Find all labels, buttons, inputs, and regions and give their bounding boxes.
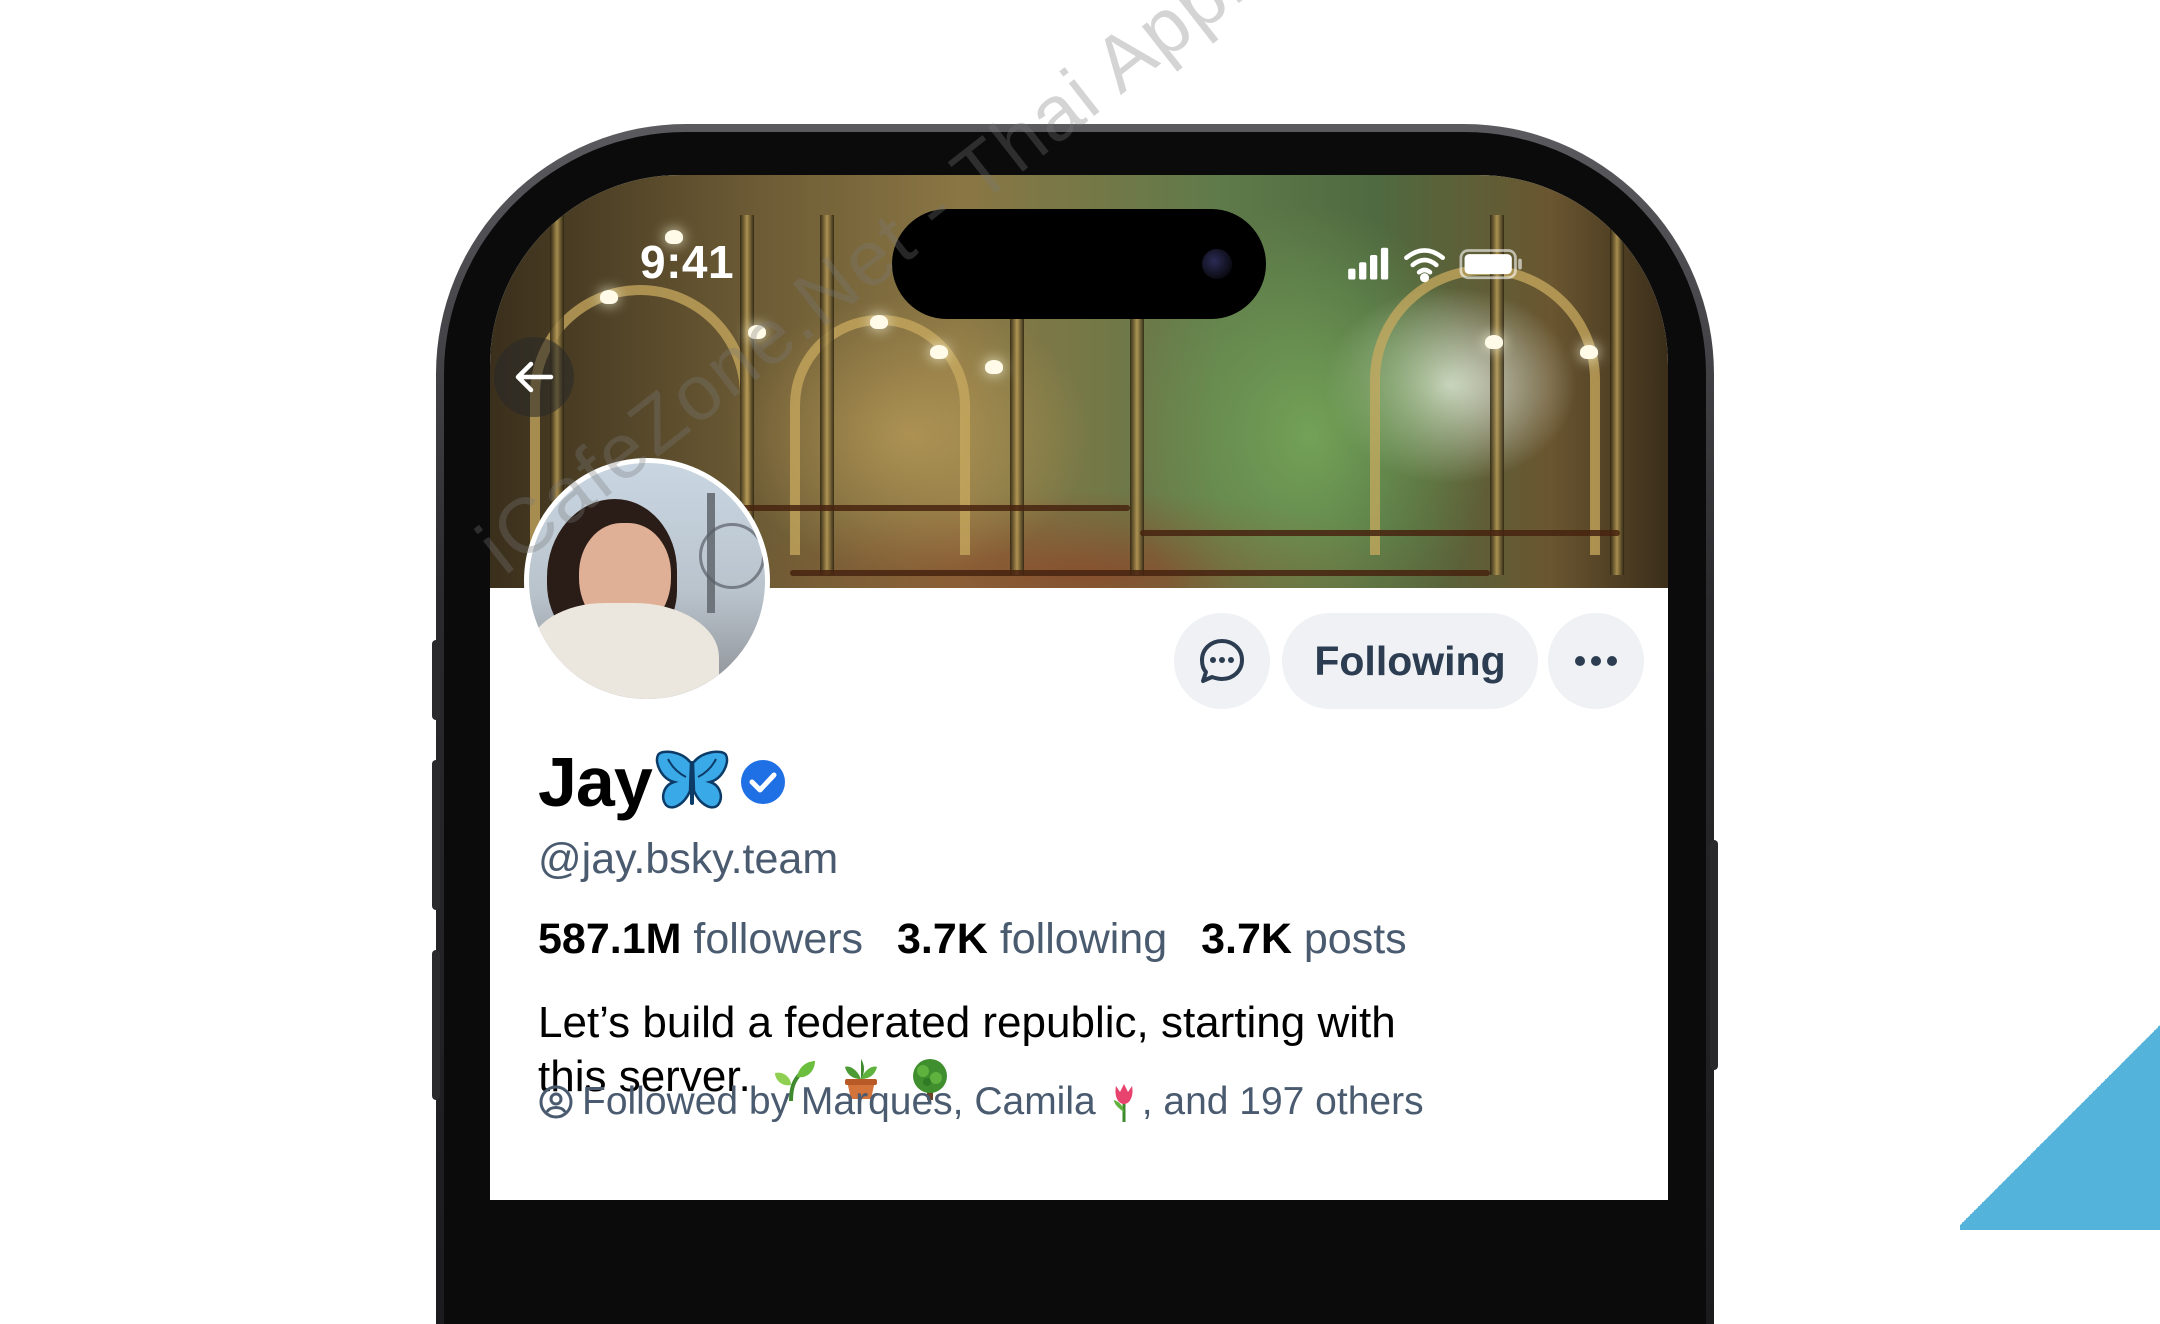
- posts-stat[interactable]: 3.7K posts: [1201, 915, 1407, 963]
- bio-line: Let’s build a federated republic, starti…: [538, 998, 1396, 1047]
- ellipsis-icon: [1575, 656, 1617, 666]
- phone-volume-down-button: [432, 950, 440, 1100]
- banner-lamp: [870, 315, 888, 329]
- banner-lamp: [1580, 345, 1598, 359]
- phone-action-button: [432, 640, 440, 720]
- banner-pillar: [1610, 215, 1624, 575]
- phone-volume-up-button: [432, 760, 440, 910]
- followed-by-text: Followed by Marques, Camila: [582, 1080, 1096, 1123]
- banner-railing: [1140, 530, 1620, 536]
- banner-arch: [1370, 265, 1600, 555]
- chat-bubble-icon: [1200, 639, 1244, 683]
- person-circle-icon: [539, 1085, 573, 1119]
- more-options-button[interactable]: [1548, 613, 1644, 709]
- arrow-left-icon: [515, 361, 554, 393]
- followed-by-row[interactable]: Followed by Marques, Camila , and 197 ot…: [538, 1080, 1424, 1124]
- display-name-row: Jay: [538, 742, 788, 822]
- followed-by-suffix: , and 197 others: [1141, 1080, 1424, 1123]
- following-button[interactable]: Following: [1282, 613, 1538, 709]
- profile-handle: @jay.bsky.team: [538, 835, 839, 883]
- profile-stats: 587.1M followers 3.7K following 3.7K pos…: [538, 915, 1429, 964]
- butterfly-emoji: [655, 750, 728, 809]
- banner-lamp: [1485, 335, 1503, 349]
- posts-count: 3.7K: [1201, 915, 1292, 963]
- status-bar-time: 9:41: [640, 236, 735, 288]
- front-camera-icon: [1202, 249, 1232, 279]
- verified-badge-icon: [740, 760, 785, 804]
- following-label: following: [999, 915, 1168, 963]
- banner-lamp: [985, 360, 1003, 374]
- message-button[interactable]: [1174, 613, 1270, 709]
- posts-label: posts: [1303, 915, 1407, 963]
- followers-label: followers: [693, 915, 864, 963]
- display-name: Jay: [538, 743, 653, 821]
- tulip-emoji: [1113, 1084, 1133, 1122]
- cellular-signal-icon: [1348, 247, 1389, 280]
- avatar-bg-ferris-wheel: [699, 523, 765, 589]
- phone-screen: 9:41 Following Jay @jay.bsky.team 587.1M…: [490, 175, 1668, 1200]
- back-button[interactable]: [494, 337, 574, 417]
- following-count: 3.7K: [897, 915, 988, 963]
- banner-railing: [790, 570, 1490, 576]
- banner-lamp: [930, 345, 948, 359]
- phone-power-button: [1710, 840, 1718, 1070]
- wifi-icon: [1404, 248, 1445, 283]
- avatar-scarf: [529, 603, 719, 699]
- status-bar-icons: [1348, 247, 1522, 283]
- banner-lamp: [600, 290, 618, 304]
- followers-count: 587.1M: [538, 915, 682, 963]
- banner-railing: [710, 505, 1130, 511]
- followers-stat[interactable]: 587.1M followers: [538, 915, 863, 963]
- battery-icon: [1459, 249, 1522, 280]
- following-stat[interactable]: 3.7K following: [897, 915, 1167, 963]
